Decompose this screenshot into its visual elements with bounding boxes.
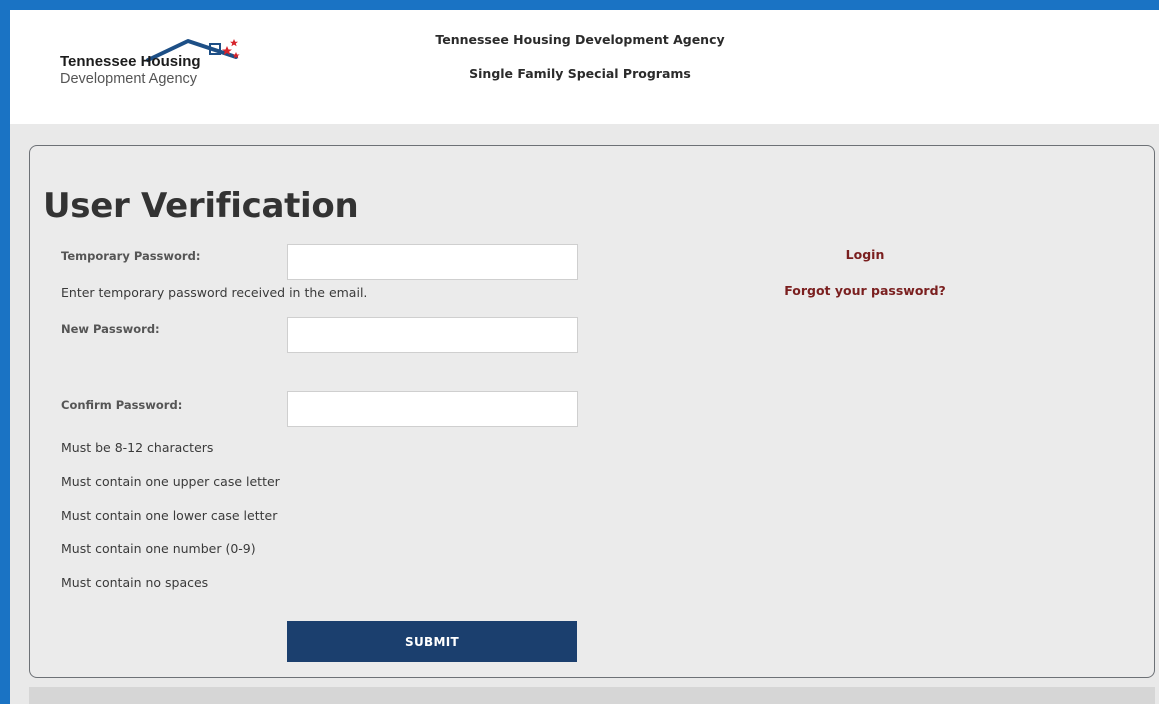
new-password-label: New Password: <box>61 322 160 336</box>
footer-strip <box>29 687 1155 704</box>
window-frame-top <box>0 0 1159 10</box>
temporary-password-input[interactable] <box>287 244 578 280</box>
site-header: Tennessee Housing Development Agency Ten… <box>10 10 1159 124</box>
password-rule-uppercase: Must contain one upper case letter <box>61 474 280 489</box>
temporary-password-label: Temporary Password: <box>61 249 201 263</box>
password-rule-number: Must contain one number (0-9) <box>61 541 256 556</box>
forgot-password-link[interactable]: Forgot your password? <box>765 283 965 298</box>
submit-button[interactable]: SUBMIT <box>287 621 577 662</box>
password-rule-lowercase: Must contain one lower case letter <box>61 508 278 523</box>
window-frame-left <box>0 0 10 704</box>
password-rule-length: Must be 8-12 characters <box>61 440 214 455</box>
password-rule-no-spaces: Must contain no spaces <box>61 575 209 590</box>
header-subtitle: Single Family Special Programs <box>469 66 691 81</box>
header-title: Tennessee Housing Development Agency <box>435 32 725 47</box>
page-title: User Verification <box>43 186 359 226</box>
confirm-password-input[interactable] <box>287 391 578 427</box>
new-password-input[interactable] <box>287 317 578 353</box>
confirm-password-label: Confirm Password: <box>61 398 183 412</box>
login-link[interactable]: Login <box>765 247 965 262</box>
temporary-password-hint: Enter temporary password received in the… <box>61 285 368 300</box>
